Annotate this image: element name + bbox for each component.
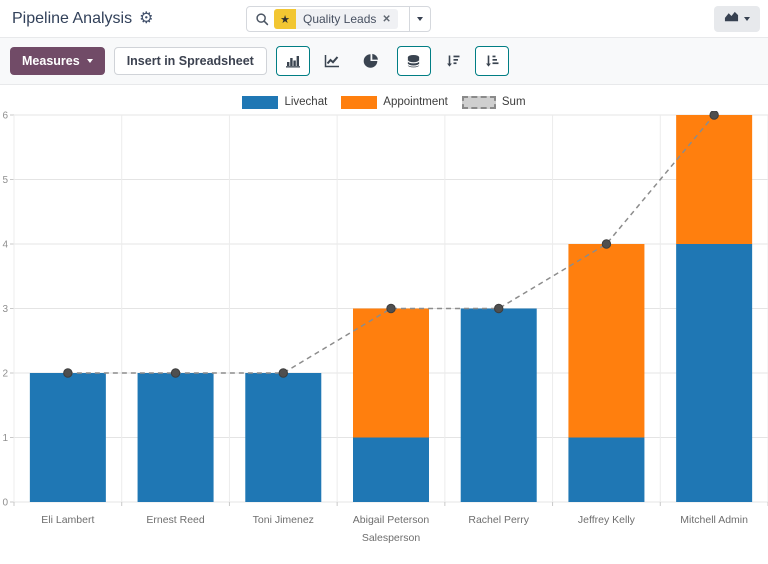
measures-label: Measures xyxy=(22,54,80,68)
y-tick-label: 1 xyxy=(2,433,8,444)
bar-chart-icon xyxy=(285,53,301,69)
bar-segment-livechat[interactable] xyxy=(676,244,752,502)
caret-down-icon xyxy=(744,17,750,21)
x-axis-label: Jeffrey Kelly xyxy=(578,514,636,526)
insert-in-spreadsheet-button[interactable]: Insert in Spreadsheet xyxy=(114,47,267,75)
x-axis-label: Toni Jimenez xyxy=(253,514,314,526)
sort-amount-asc-icon xyxy=(484,53,500,69)
y-tick-label: 2 xyxy=(2,369,8,380)
gear-icon[interactable]: ⚙ xyxy=(139,11,153,27)
bar-segment-livechat[interactable] xyxy=(30,373,106,502)
x-axis-label: Abigail Peterson xyxy=(353,514,430,526)
chart-canvas[interactable]: 0 1 2 3 4 5 6 Eli Lambert Ernest Reed Toni Jimene… xyxy=(0,111,768,564)
chart-type-group xyxy=(276,46,388,76)
sum-point[interactable] xyxy=(710,111,718,119)
chart-legend: Livechat Appointment Sum xyxy=(0,85,768,111)
sum-point[interactable] xyxy=(64,369,72,377)
breadcrumb: Pipeline Analysis ⚙ xyxy=(12,10,153,28)
bar-segment-livechat[interactable] xyxy=(353,438,429,503)
control-panel-header: Pipeline Analysis ⚙ ★ Quality Leads ✕ xyxy=(0,0,768,38)
legend-swatch xyxy=(462,96,496,109)
pie-chart-button[interactable] xyxy=(354,46,388,76)
facet-remove-icon[interactable]: ✕ xyxy=(382,14,390,25)
legend-swatch xyxy=(341,96,377,109)
search-bar[interactable]: ★ Quality Leads ✕ xyxy=(246,6,431,32)
x-axis-label: Mitchell Admin xyxy=(680,514,748,526)
sum-point[interactable] xyxy=(602,240,610,248)
y-tick-label: 0 xyxy=(2,498,8,509)
line-chart-icon xyxy=(324,53,340,69)
stacked-toggle-button[interactable] xyxy=(397,46,431,76)
measures-button[interactable]: Measures xyxy=(10,47,105,75)
graph-toolbar: Measures Insert in Spreadsheet xyxy=(0,38,768,85)
bar-segment-livechat[interactable] xyxy=(138,373,214,502)
sort-descending-button[interactable] xyxy=(436,46,470,76)
bar-segment-appointment[interactable] xyxy=(353,309,429,438)
sum-point[interactable] xyxy=(279,369,287,377)
legend-swatch xyxy=(242,96,278,109)
pipeline-analysis-app: Pipeline Analysis ⚙ ★ Quality Leads ✕ xyxy=(0,0,768,564)
bar-segment-appointment[interactable] xyxy=(676,115,752,244)
legend-label: Sum xyxy=(502,96,526,108)
bar-segment-appointment[interactable] xyxy=(568,244,644,438)
y-tick-label: 5 xyxy=(2,175,8,186)
sum-point[interactable] xyxy=(171,369,179,377)
facet-label: Quality Leads xyxy=(303,12,376,26)
bar-chart-button[interactable] xyxy=(276,46,310,76)
y-tick-label: 3 xyxy=(2,304,8,315)
sort-amount-desc-icon xyxy=(445,53,461,69)
legend-label: Appointment xyxy=(383,96,448,108)
search-dropdown-toggle[interactable] xyxy=(409,7,430,31)
area-chart-icon xyxy=(724,9,739,29)
bar-segment-livechat[interactable] xyxy=(245,373,321,502)
x-axis-label: Rachel Perry xyxy=(468,514,529,526)
pie-chart-icon xyxy=(363,53,379,69)
legend-item-livechat[interactable]: Livechat xyxy=(242,96,327,109)
filter-facet[interactable]: ★ Quality Leads ✕ xyxy=(274,9,398,29)
bar-segment-livechat[interactable] xyxy=(461,309,537,503)
x-axis-label: Eli Lambert xyxy=(41,514,94,526)
graph-options-group xyxy=(397,46,509,76)
legend-label: Livechat xyxy=(284,96,327,108)
legend-item-sum[interactable]: Sum xyxy=(462,96,526,109)
x-axis-title: Salesperson xyxy=(362,532,421,544)
x-axis-label: Ernest Reed xyxy=(146,514,205,526)
line-chart-button[interactable] xyxy=(315,46,349,76)
caret-down-icon xyxy=(87,59,93,63)
sum-point[interactable] xyxy=(387,304,395,312)
bar-segment-livechat[interactable] xyxy=(568,438,644,503)
sort-ascending-button[interactable] xyxy=(475,46,509,76)
search-icon xyxy=(247,12,274,26)
database-icon xyxy=(406,54,421,69)
view-switcher-button[interactable] xyxy=(714,6,760,32)
star-icon: ★ xyxy=(274,9,296,29)
graph-view: Livechat Appointment Sum 0 1 2 3 4 5 6 Eli Lamber… xyxy=(0,85,768,564)
y-tick-label: 6 xyxy=(2,111,8,122)
search-input[interactable] xyxy=(398,12,409,26)
caret-down-icon xyxy=(417,17,423,21)
sum-point[interactable] xyxy=(495,304,503,312)
page-title: Pipeline Analysis xyxy=(12,10,132,28)
y-tick-label: 4 xyxy=(2,240,8,251)
legend-item-appointment[interactable]: Appointment xyxy=(341,96,448,109)
